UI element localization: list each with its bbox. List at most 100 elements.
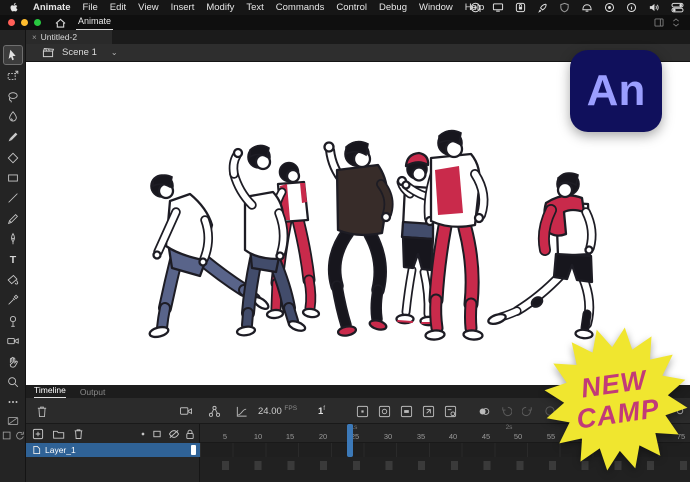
close-window-button[interactable] xyxy=(8,19,15,26)
maximize-window-button[interactable] xyxy=(34,19,41,26)
record-icon[interactable] xyxy=(604,2,615,13)
expand-icon[interactable] xyxy=(672,18,680,27)
lock-app-icon[interactable] xyxy=(515,2,526,13)
ruler-frame-number: 45 xyxy=(482,432,490,441)
tab-output[interactable]: Output xyxy=(80,387,106,397)
control-center-icon[interactable] xyxy=(671,2,684,13)
layer-depth-icon[interactable] xyxy=(206,403,222,419)
tool-ink-bottle[interactable] xyxy=(4,271,22,289)
delete-icon[interactable] xyxy=(34,403,50,419)
display-icon[interactable] xyxy=(492,2,504,13)
tool-zoom[interactable] xyxy=(4,373,22,391)
tool-rectangle[interactable] xyxy=(4,169,22,187)
scene-name[interactable]: Scene 1 xyxy=(62,47,97,58)
info-icon[interactable] xyxy=(626,2,637,13)
menu-edit[interactable]: Edit xyxy=(110,2,126,13)
tool-pen[interactable] xyxy=(4,230,22,248)
outline-column-icon[interactable] xyxy=(150,427,164,441)
lock-column-icon[interactable] xyxy=(183,427,197,441)
tool-eraser[interactable] xyxy=(4,149,22,167)
playhead[interactable] xyxy=(347,424,353,457)
shield-icon[interactable] xyxy=(559,2,570,13)
menu-insert[interactable]: Insert xyxy=(171,2,195,13)
tool-lasso[interactable] xyxy=(4,88,22,106)
svg-text:T: T xyxy=(10,254,17,266)
add-layer-button[interactable] xyxy=(31,427,45,441)
animate-app-logo: An xyxy=(570,50,662,132)
tool-camera[interactable] xyxy=(4,332,22,350)
more-tools-button[interactable] xyxy=(4,393,22,411)
ruler-frame-number: 5 xyxy=(223,432,227,441)
menu-animate[interactable]: Animate xyxy=(33,2,70,13)
document-tab-bar: × Untitled-2 xyxy=(0,30,690,44)
app-status-icon[interactable] xyxy=(470,2,481,13)
tools-panel: T xyxy=(0,30,26,482)
toolbar-option-b-icon[interactable] xyxy=(1,426,13,444)
graph-editor-icon[interactable] xyxy=(233,403,249,419)
onion-skin-icon[interactable] xyxy=(398,403,414,419)
rocket-icon[interactable] xyxy=(537,2,548,13)
current-frame: 1f xyxy=(318,405,325,417)
onion-skin-range-icon[interactable] xyxy=(476,403,492,419)
layers-panel: Layer_1 xyxy=(26,424,200,482)
tool-selection[interactable] xyxy=(4,46,22,64)
menu-control[interactable]: Control xyxy=(336,2,367,13)
ruler-frame-number: 50 xyxy=(514,432,522,441)
add-folder-button[interactable] xyxy=(51,427,65,441)
delete-layer-button[interactable] xyxy=(71,427,85,441)
loop-icon[interactable] xyxy=(376,403,392,419)
ruler-second: 2s xyxy=(506,424,513,431)
dancer-4 xyxy=(325,142,391,337)
promo-starburst-badge: NEW CAMP xyxy=(533,316,690,482)
tool-classic-brush[interactable] xyxy=(4,128,22,146)
close-document-icon[interactable]: × xyxy=(32,33,37,42)
ruler-frame-number: 20 xyxy=(319,432,327,441)
tool-fluid-brush[interactable] xyxy=(4,108,22,126)
volume-icon[interactable] xyxy=(648,2,660,13)
visibility-column-icon[interactable] xyxy=(167,427,181,441)
menu-text[interactable]: Text xyxy=(246,2,263,13)
step-back-icon[interactable] xyxy=(498,403,514,419)
panel-toggle-icon[interactable] xyxy=(654,18,664,27)
menu-debug[interactable]: Debug xyxy=(379,2,407,13)
apple-menu-icon[interactable] xyxy=(9,2,19,13)
menu-window[interactable]: Window xyxy=(419,2,453,13)
tool-line[interactable] xyxy=(4,189,22,207)
scene-dropdown-icon[interactable]: ⌄ xyxy=(111,48,118,57)
document-tab-label: Untitled-2 xyxy=(41,32,77,42)
menu-view[interactable]: View xyxy=(138,2,158,13)
notification-icon[interactable] xyxy=(581,2,593,13)
frame-rate[interactable]: 24.00 FPS xyxy=(258,405,297,417)
tool-text[interactable]: T xyxy=(4,250,22,268)
tab-timeline[interactable]: Timeline xyxy=(34,385,66,398)
ruler-frame-number: 40 xyxy=(449,432,457,441)
app-window-header: Animate xyxy=(0,15,690,30)
layer-outline-swatch[interactable] xyxy=(191,445,196,455)
layer-row[interactable]: Layer_1 xyxy=(26,443,200,457)
macos-menu-bar: Animate File Edit View Insert Modify Tex… xyxy=(0,0,690,15)
minimize-window-button[interactable] xyxy=(21,19,28,26)
frame-settings-icon[interactable] xyxy=(442,403,458,419)
edit-multiple-frames-icon[interactable] xyxy=(420,403,436,419)
menubar-status-icons xyxy=(470,0,684,15)
menu-modify[interactable]: Modify xyxy=(206,2,234,13)
clapperboard-icon xyxy=(42,47,54,58)
tool-hand[interactable] xyxy=(4,353,22,371)
highlight-column-icon[interactable] xyxy=(136,427,150,441)
center-frame-icon[interactable] xyxy=(354,403,370,419)
tool-eyedropper[interactable] xyxy=(4,291,22,309)
dancer-7 xyxy=(487,173,593,339)
menu-commands[interactable]: Commands xyxy=(276,2,325,13)
layer-type-icon xyxy=(32,445,41,455)
layer-name[interactable]: Layer_1 xyxy=(45,445,76,455)
menu-items: Animate File Edit View Insert Modify Tex… xyxy=(25,2,484,13)
tool-asset-warp[interactable] xyxy=(4,312,22,330)
menu-file[interactable]: File xyxy=(82,2,97,13)
tool-free-transform[interactable] xyxy=(4,67,22,85)
rotate-canvas-icon[interactable] xyxy=(13,426,25,444)
app-tab-animate[interactable]: Animate xyxy=(76,14,113,31)
tool-pencil[interactable] xyxy=(4,210,22,228)
home-icon[interactable] xyxy=(55,18,66,28)
camera-icon[interactable] xyxy=(178,403,194,419)
document-tab[interactable]: × Untitled-2 xyxy=(26,30,112,44)
